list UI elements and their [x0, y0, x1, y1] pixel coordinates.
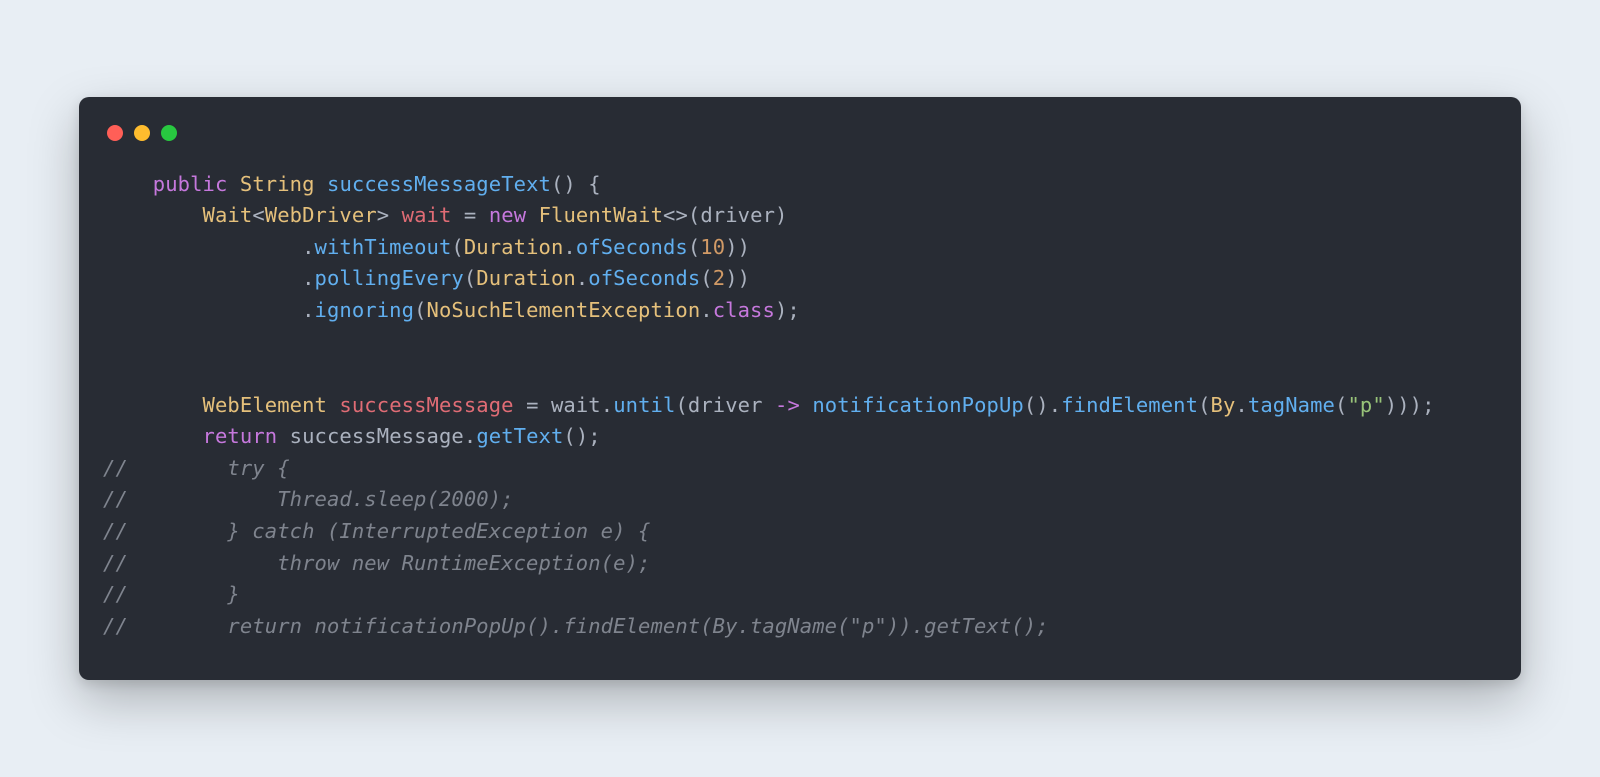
code-line-5: .ignoring(NoSuchElementException.class);: [103, 298, 800, 322]
comment-line-6: // return notificationPopUp().findElemen…: [103, 614, 1049, 638]
comment-line-2: // Thread.sleep(2000);: [103, 487, 514, 511]
code-window: public String successMessageText() { Wai…: [79, 97, 1521, 680]
code-line-2: Wait<WebDriver> wait = new FluentWait<>(…: [103, 203, 787, 227]
code-line-7: return successMessage.getText();: [103, 424, 601, 448]
window-controls: [107, 125, 1497, 141]
comment-line-1: // try {: [103, 456, 290, 480]
comment-line-4: // throw new RuntimeException(e);: [103, 551, 650, 575]
maximize-icon[interactable]: [161, 125, 177, 141]
comment-line-5: // }: [103, 582, 240, 606]
minimize-icon[interactable]: [134, 125, 150, 141]
code-line-3: .withTimeout(Duration.ofSeconds(10)): [103, 235, 750, 259]
code-block: public String successMessageText() { Wai…: [103, 169, 1497, 642]
comment-line-3: // } catch (InterruptedException e) {: [103, 519, 650, 543]
code-line-1: public String successMessageText() {: [103, 172, 601, 196]
code-line-4: .pollingEvery(Duration.ofSeconds(2)): [103, 266, 750, 290]
close-icon[interactable]: [107, 125, 123, 141]
code-line-6: WebElement successMessage = wait.until(d…: [103, 393, 1435, 417]
